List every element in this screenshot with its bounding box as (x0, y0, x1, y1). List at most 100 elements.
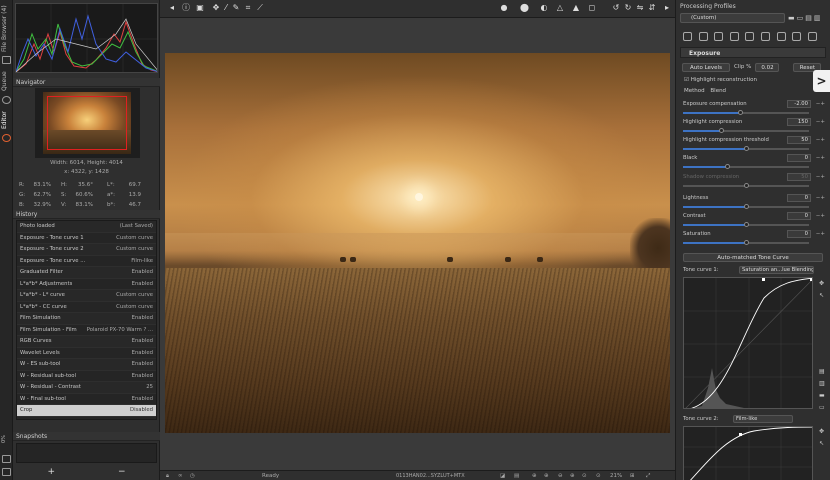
new-window-icon[interactable]: ⊞ (630, 471, 635, 480)
gear-icon[interactable] (2, 96, 11, 104)
color-wheel-icon[interactable] (2, 134, 11, 142)
snapshots-list[interactable] (16, 443, 157, 463)
history-item[interactable]: Exposure - Tone curve 1 Custom curve (17, 233, 156, 244)
zoom-out-icon[interactable]: ⊖ (558, 471, 563, 480)
slider-knob[interactable] (744, 146, 749, 151)
transform-tab-icon[interactable] (745, 32, 755, 41)
straighten-icon[interactable]: ⟋ (256, 4, 264, 12)
tab-file-browser[interactable]: File Browser (4) (1, 4, 12, 54)
slider-track[interactable] (683, 128, 809, 133)
folder-icon[interactable] (2, 56, 11, 64)
slider-reset-icon[interactable]: −+ (816, 231, 825, 237)
fullscreen-icon[interactable]: ⤢ (646, 471, 650, 480)
highlight-reconstruction-checkbox[interactable]: ☑ (684, 77, 689, 83)
tab-editor[interactable]: Editor (1, 108, 12, 132)
hide-left-panel-icon[interactable]: ◂ (168, 4, 176, 12)
channel-rgb-icon[interactable]: ⬤ (520, 4, 529, 12)
add-snapshot-button[interactable]: + (16, 466, 87, 478)
settings-icon[interactable] (2, 455, 11, 463)
navigator-viewport-rect[interactable] (47, 96, 127, 150)
raw-tab-icon[interactable] (761, 32, 770, 41)
curve-point-tool-icon[interactable]: ✥ (819, 280, 824, 287)
slider-reset-icon[interactable]: −+ (816, 155, 825, 161)
color-tab-icon[interactable] (714, 32, 724, 41)
load-profile-icon[interactable]: ▬ (788, 14, 797, 22)
history-item[interactable]: W - Final sub-tool Enabled (17, 394, 156, 405)
remove-snapshot-button[interactable]: − (87, 466, 158, 478)
copy-profile-icon[interactable]: ▤ (805, 14, 814, 22)
flip-vertical-icon[interactable]: ⇵ (648, 4, 656, 12)
tone-curve-1-editor[interactable] (683, 277, 813, 409)
curve-load-icon[interactable]: ▭ (819, 404, 825, 411)
info-icon[interactable] (2, 468, 11, 476)
slider-value-input[interactable]: 0 (787, 212, 811, 220)
history-item[interactable]: RGB Curves Enabled (17, 336, 156, 348)
slider-value-input[interactable]: 50 (787, 136, 811, 144)
zoom-100-icon[interactable]: ⊙ (582, 471, 587, 480)
rotate-left-icon[interactable]: ↺ (612, 4, 620, 12)
history-item[interactable]: Exposure - Tone curve ... Film-like (17, 256, 156, 267)
curve-copy-icon[interactable]: ▤ (819, 368, 825, 375)
history-item[interactable]: W - Residual - Contrast 25 (17, 382, 156, 394)
wavelet-tab-icon[interactable] (729, 32, 739, 41)
history-item[interactable]: Photo loaded (Last Saved) (17, 221, 156, 233)
history-item[interactable]: Wavelet Levels Enabled (17, 348, 156, 359)
clock-icon[interactable]: ◷ (190, 471, 195, 480)
history-item[interactable]: L*a*b* Adjustments Enabled (17, 279, 156, 290)
slider-reset-icon[interactable]: −+ (816, 101, 825, 107)
slider-knob[interactable] (744, 204, 749, 209)
history-item[interactable]: Graduated Filter Enabled (17, 267, 156, 279)
grid-tab-icon[interactable] (807, 32, 817, 41)
slider-knob[interactable] (737, 110, 743, 115)
channel-red-icon[interactable]: ● (500, 4, 508, 12)
slider-knob[interactable] (744, 183, 749, 188)
slider-track[interactable] (683, 110, 809, 115)
processing-profile-select[interactable]: (Custom) (680, 13, 785, 23)
curve2-reset-icon[interactable]: ↖ (819, 440, 824, 447)
main-photo[interactable] (165, 53, 670, 433)
history-item[interactable]: W - ES sub-tool Enabled (17, 359, 156, 371)
method-select[interactable]: Blend (710, 88, 726, 94)
slider-reset-icon[interactable]: −+ (816, 174, 825, 180)
history-item[interactable]: Film Simulation - Film Polaroid PX-70 War… (17, 325, 156, 336)
gamut-icon[interactable]: ◪ (500, 471, 505, 480)
tone-curve-2-editor[interactable] (683, 426, 813, 480)
favorites-tab-icon[interactable] (792, 32, 802, 41)
zoom-100-button[interactable]: ⊙ (596, 471, 601, 480)
warning-highlights-icon[interactable]: ▲ (572, 4, 580, 12)
metadata-tab-icon[interactable] (776, 32, 786, 41)
white-balance-picker-icon[interactable]: ⁄ (222, 4, 230, 12)
history-item[interactable]: Film Simulation Enabled (17, 313, 156, 325)
history-item[interactable]: W - Residual sub-tool Enabled (17, 371, 156, 382)
tab-queue[interactable]: Queue (1, 68, 12, 94)
history-item[interactable]: L*a*b* - CC curve Custom curve (17, 302, 156, 313)
image-viewer[interactable] (160, 18, 675, 470)
slider-value-input[interactable]: 0 (787, 154, 811, 162)
paste-profile-icon[interactable]: ▥ (814, 14, 823, 22)
slider-track[interactable] (683, 146, 809, 151)
expand-panel-button[interactable]: > (813, 70, 830, 92)
auto-levels-button[interactable]: Auto Levels (682, 62, 730, 72)
warning-shadows-icon[interactable]: △ (556, 4, 564, 12)
curve2-point-tool-icon[interactable]: ✥ (819, 428, 824, 435)
history-item[interactable]: Crop Disabled (17, 405, 156, 417)
rotate-right-icon[interactable]: ↻ (624, 4, 632, 12)
zoom-in-icon[interactable]: ⊕ (570, 471, 575, 480)
slider-value-input[interactable]: -2.00 (787, 100, 811, 108)
slider-reset-icon[interactable]: −+ (816, 195, 825, 201)
slider-knob[interactable] (744, 240, 749, 245)
flip-horizontal-icon[interactable]: ⇋ (636, 4, 644, 12)
exposure-panel-header[interactable]: Exposure (680, 47, 826, 58)
slider-track[interactable] (683, 164, 809, 169)
save-profile-icon[interactable]: ▭ (797, 14, 806, 22)
slider-reset-icon[interactable]: −+ (816, 213, 825, 219)
before-after-icon[interactable]: ▣ (196, 4, 204, 12)
slider-value-input[interactable]: 0 (787, 230, 811, 238)
slider-track[interactable] (683, 222, 809, 227)
curve-save-icon[interactable]: ▬ (819, 392, 825, 399)
crop-tool-icon[interactable]: ⌗ (244, 4, 252, 12)
info-icon[interactable]: ⓘ (182, 4, 190, 12)
link-icon[interactable]: ∞ (178, 471, 183, 480)
lock-icon[interactable]: 🔒︎ (166, 471, 169, 480)
slider-value-input[interactable]: 0 (787, 194, 811, 202)
